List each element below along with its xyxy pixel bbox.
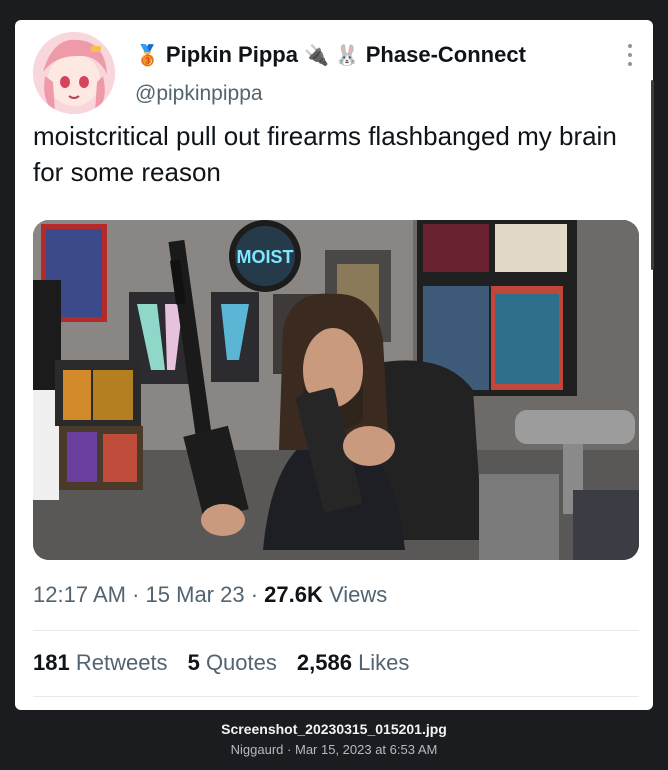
likes-count: 2,586 — [296, 650, 352, 675]
avatar-image — [33, 32, 115, 114]
tweet-date[interactable]: 15 Mar 23 — [146, 582, 245, 607]
display-name[interactable]: Pipkin Pippa — [166, 42, 298, 68]
retweets-stat[interactable]: 181 Retweets — [33, 650, 168, 676]
tweet-media[interactable]: MOIST — [33, 220, 639, 560]
tweet-card: 🥉 Pipkin Pippa 🔌 🐰 Phase-Connect @pipkin… — [15, 20, 653, 710]
author-name-row[interactable]: 🥉 Pipkin Pippa 🔌 🐰 Phase-Connect — [135, 42, 526, 68]
retweets-label: Retweets — [75, 650, 168, 675]
medal-icon: 🥉 — [135, 44, 160, 67]
tweet-time[interactable]: 12:17 AM — [33, 582, 126, 607]
caption-separator: · — [287, 742, 295, 757]
likes-stat[interactable]: 2,586 Likes — [297, 650, 410, 676]
views-label: Views — [329, 582, 388, 607]
uploader-name[interactable]: Niggaurd — [231, 742, 284, 757]
likes-label: Likes — [358, 650, 410, 675]
affiliation-text: Phase-Connect — [365, 42, 526, 67]
plug-icon: 🔌 — [303, 44, 329, 67]
image-upload-info: Niggaurd · Mar 15, 2023 at 6:53 AM — [0, 742, 668, 757]
image-viewer: 🥉 Pipkin Pippa 🔌 🐰 Phase-Connect @pipkin… — [0, 0, 668, 770]
media-photo: MOIST — [33, 220, 639, 560]
moist-sign-text: MOIST — [237, 247, 294, 267]
more-options-icon[interactable] — [627, 44, 633, 66]
tweet-meta: 12:17 AM · 15 Mar 23 · 27.6K Views — [33, 582, 387, 608]
divider — [33, 630, 639, 631]
quotes-stat[interactable]: 5 Quotes — [188, 650, 277, 676]
avatar[interactable] — [33, 32, 115, 114]
meta-separator: · — [250, 582, 265, 607]
engagement-stats: 181 Retweets 5 Quotes 2,586 Likes — [33, 650, 409, 676]
bunny-icon: 🐰 — [334, 44, 360, 67]
views-count: 27.6K — [264, 582, 323, 607]
retweets-count: 181 — [33, 650, 70, 675]
tweet-text: moistcritical pull out firearms flashban… — [33, 121, 617, 187]
quotes-count: 5 — [187, 650, 200, 675]
meta-separator: · — [132, 582, 146, 607]
divider — [33, 696, 639, 697]
image-filename: Screenshot_20230315_015201.jpg — [221, 721, 447, 737]
author-handle[interactable]: @pipkinpippa — [135, 82, 263, 106]
upload-timestamp: Mar 15, 2023 at 6:53 AM — [294, 742, 438, 757]
scrollbar[interactable] — [651, 80, 654, 270]
quotes-label: Quotes — [205, 650, 277, 675]
